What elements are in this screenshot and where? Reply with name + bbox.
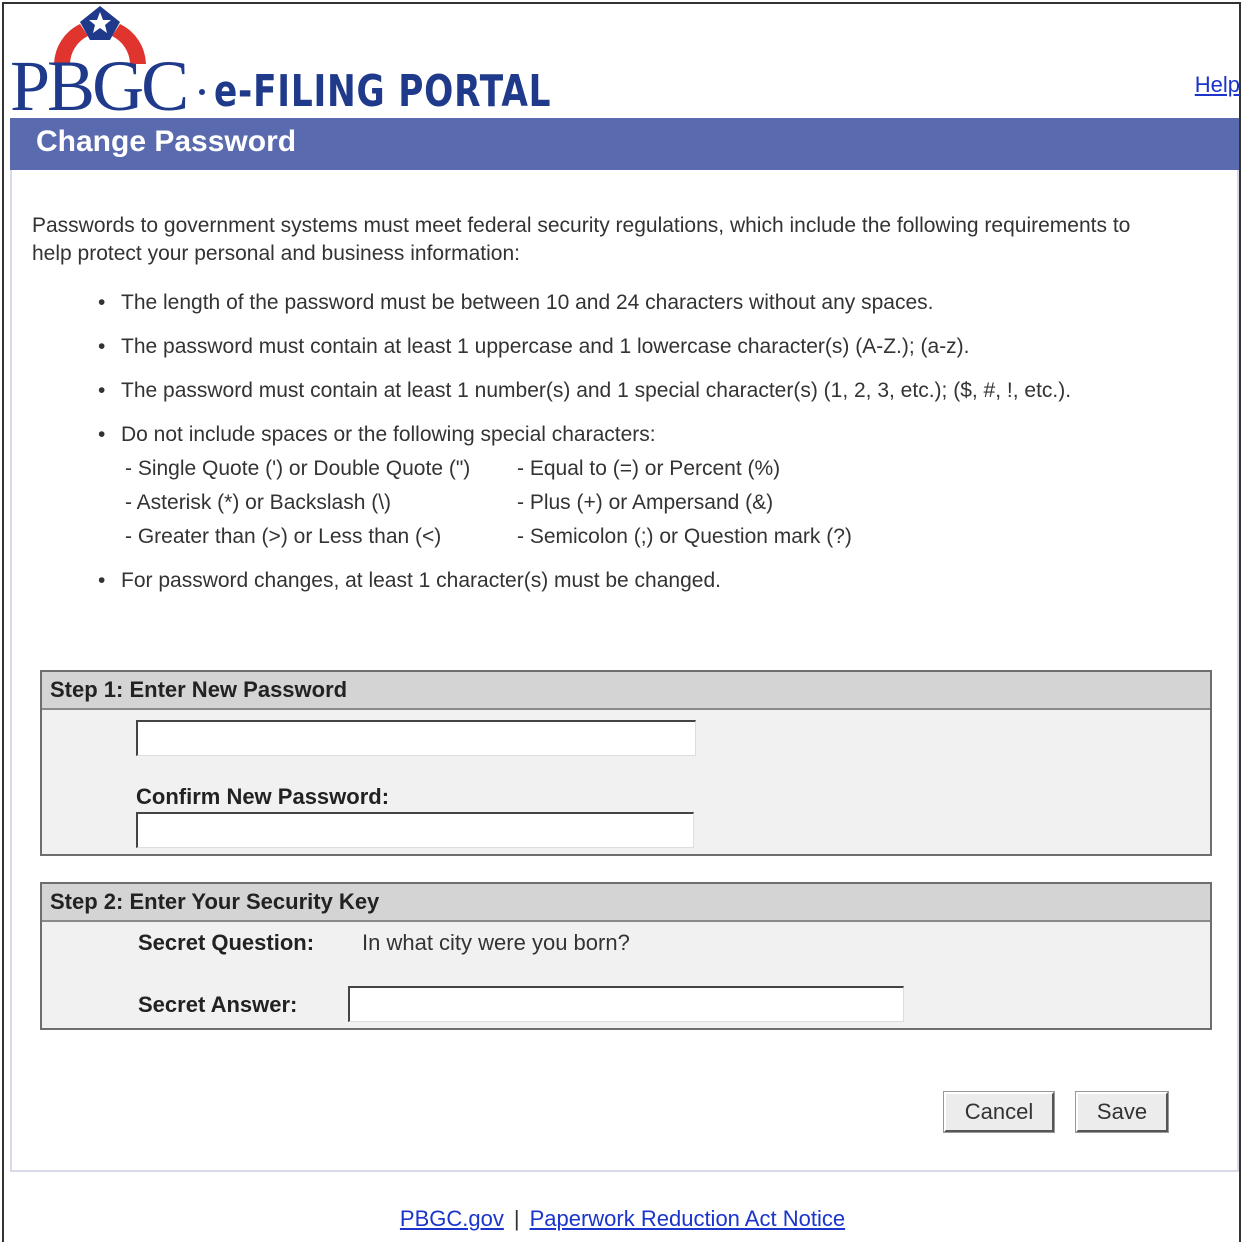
excluded-characters-grid: - Single Quote (') or Double Quote (") -… xyxy=(125,452,1218,554)
step1-heading: Step 1: Enter New Password xyxy=(42,672,1210,710)
new-password-input[interactable] xyxy=(138,722,695,755)
step2-heading: Step 2: Enter Your Security Key xyxy=(42,884,1210,922)
excluded-semicolon-question: - Semicolon (;) or Question mark (?) xyxy=(517,525,852,548)
secret-question-value: In what city were you born? xyxy=(362,930,630,955)
rule-excluded-characters: Do not include spaces or the following s… xyxy=(98,420,1218,554)
excluded-equal-percent: - Equal to (=) or Percent (%) xyxy=(517,457,781,480)
secret-answer-input[interactable] xyxy=(350,988,903,1021)
page-title-bar: Change Password xyxy=(10,118,1239,170)
password-rules-list: The length of the password must be betwe… xyxy=(98,288,1218,596)
rule-changes: For password changes, at least 1 charact… xyxy=(98,566,1218,596)
paperwork-reduction-act-link[interactable]: Paperwork Reduction Act Notice xyxy=(530,1206,846,1231)
excluded-quotes: - Single Quote (') or Double Quote (") xyxy=(125,457,471,480)
confirm-password-input[interactable] xyxy=(138,814,693,847)
rule-case: The password must contain at least 1 upp… xyxy=(98,332,1218,362)
excluded-plus-ampersand: - Plus (+) or Ampersand (&) xyxy=(517,491,774,514)
footer: PBGC.gov | Paperwork Reduction Act Notice xyxy=(0,1206,1245,1232)
confirm-password-field[interactable] xyxy=(136,812,694,848)
step2-panel: Step 2: Enter Your Security Key Secret Q… xyxy=(40,882,1212,1030)
rule-number-special: The password must contain at least 1 num… xyxy=(98,376,1218,406)
confirm-password-label: Confirm New Password: xyxy=(136,784,390,809)
footer-separator: | xyxy=(513,1206,520,1231)
page-title: Change Password xyxy=(36,125,297,158)
new-password-field[interactable] xyxy=(136,720,696,756)
secret-answer-label: Secret Answer: xyxy=(138,992,298,1017)
intro-text: Passwords to government systems must mee… xyxy=(32,214,1131,265)
secret-answer-field[interactable] xyxy=(348,986,904,1022)
save-button[interactable]: Save xyxy=(1076,1092,1168,1132)
step1-panel: Step 1: Enter New Password Confirm New P… xyxy=(40,670,1212,856)
logo-separator-icon xyxy=(199,89,205,95)
excluded-greater-less: - Greater than (>) or Less than (<) xyxy=(125,525,442,548)
pbgc-gov-link[interactable]: PBGC.gov xyxy=(400,1206,504,1231)
pbgc-logo-text: PBGC xyxy=(10,46,189,126)
help-link[interactable]: Help xyxy=(1195,72,1240,98)
rule-length: The length of the password must be betwe… xyxy=(98,288,1218,318)
cancel-button[interactable]: Cancel xyxy=(944,1092,1054,1132)
content-area: Passwords to government systems must mee… xyxy=(10,170,1239,1172)
secret-question-label: Secret Question: xyxy=(138,930,315,955)
excluded-asterisk-backslash: - Asterisk (*) or Backslash (\) xyxy=(125,491,392,514)
portal-title: e-FILING PORTAL xyxy=(214,66,552,117)
